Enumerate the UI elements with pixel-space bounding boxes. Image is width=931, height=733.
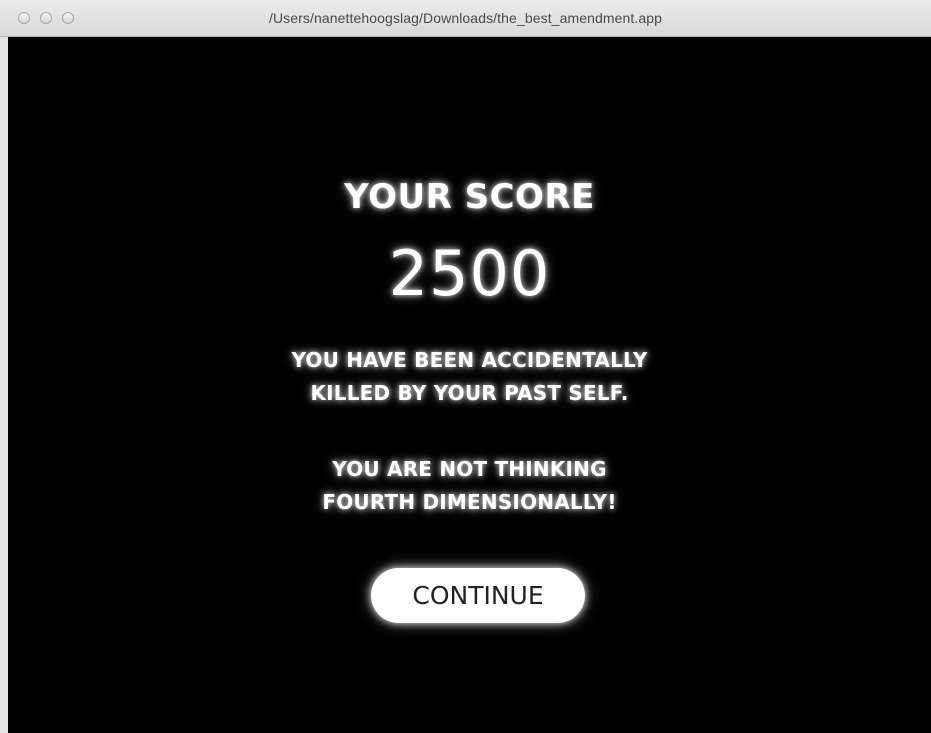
hint-message-line-2: FOURTH DIMENSIONALLY! <box>322 490 617 514</box>
death-message-line-1: YOU HAVE BEEN ACCIDENTALLY <box>291 348 648 372</box>
score-value: 2500 <box>388 237 551 310</box>
app-window: /Users/nanettehoogslag/Downloads/the_bes… <box>0 0 931 733</box>
hint-message-line-1: YOU ARE NOT THINKING <box>332 457 607 481</box>
hint-message: YOU ARE NOT THINKING FOURTH DIMENSIONALL… <box>8 453 931 519</box>
game-canvas[interactable]: YOUR SCORE 2500 YOU HAVE BEEN ACCIDENTAL… <box>8 37 931 733</box>
death-message: YOU HAVE BEEN ACCIDENTALLY KILLED BY YOU… <box>8 344 931 410</box>
continue-button[interactable]: CONTINUE <box>371 568 585 623</box>
score-heading: YOUR SCORE <box>344 177 595 217</box>
title-bar[interactable]: /Users/nanettehoogslag/Downloads/the_bes… <box>0 0 931 37</box>
window-left-edge <box>0 37 8 733</box>
window-title: /Users/nanettehoogslag/Downloads/the_bes… <box>268 10 663 26</box>
death-message-line-2: KILLED BY YOUR PAST SELF. <box>310 381 629 405</box>
